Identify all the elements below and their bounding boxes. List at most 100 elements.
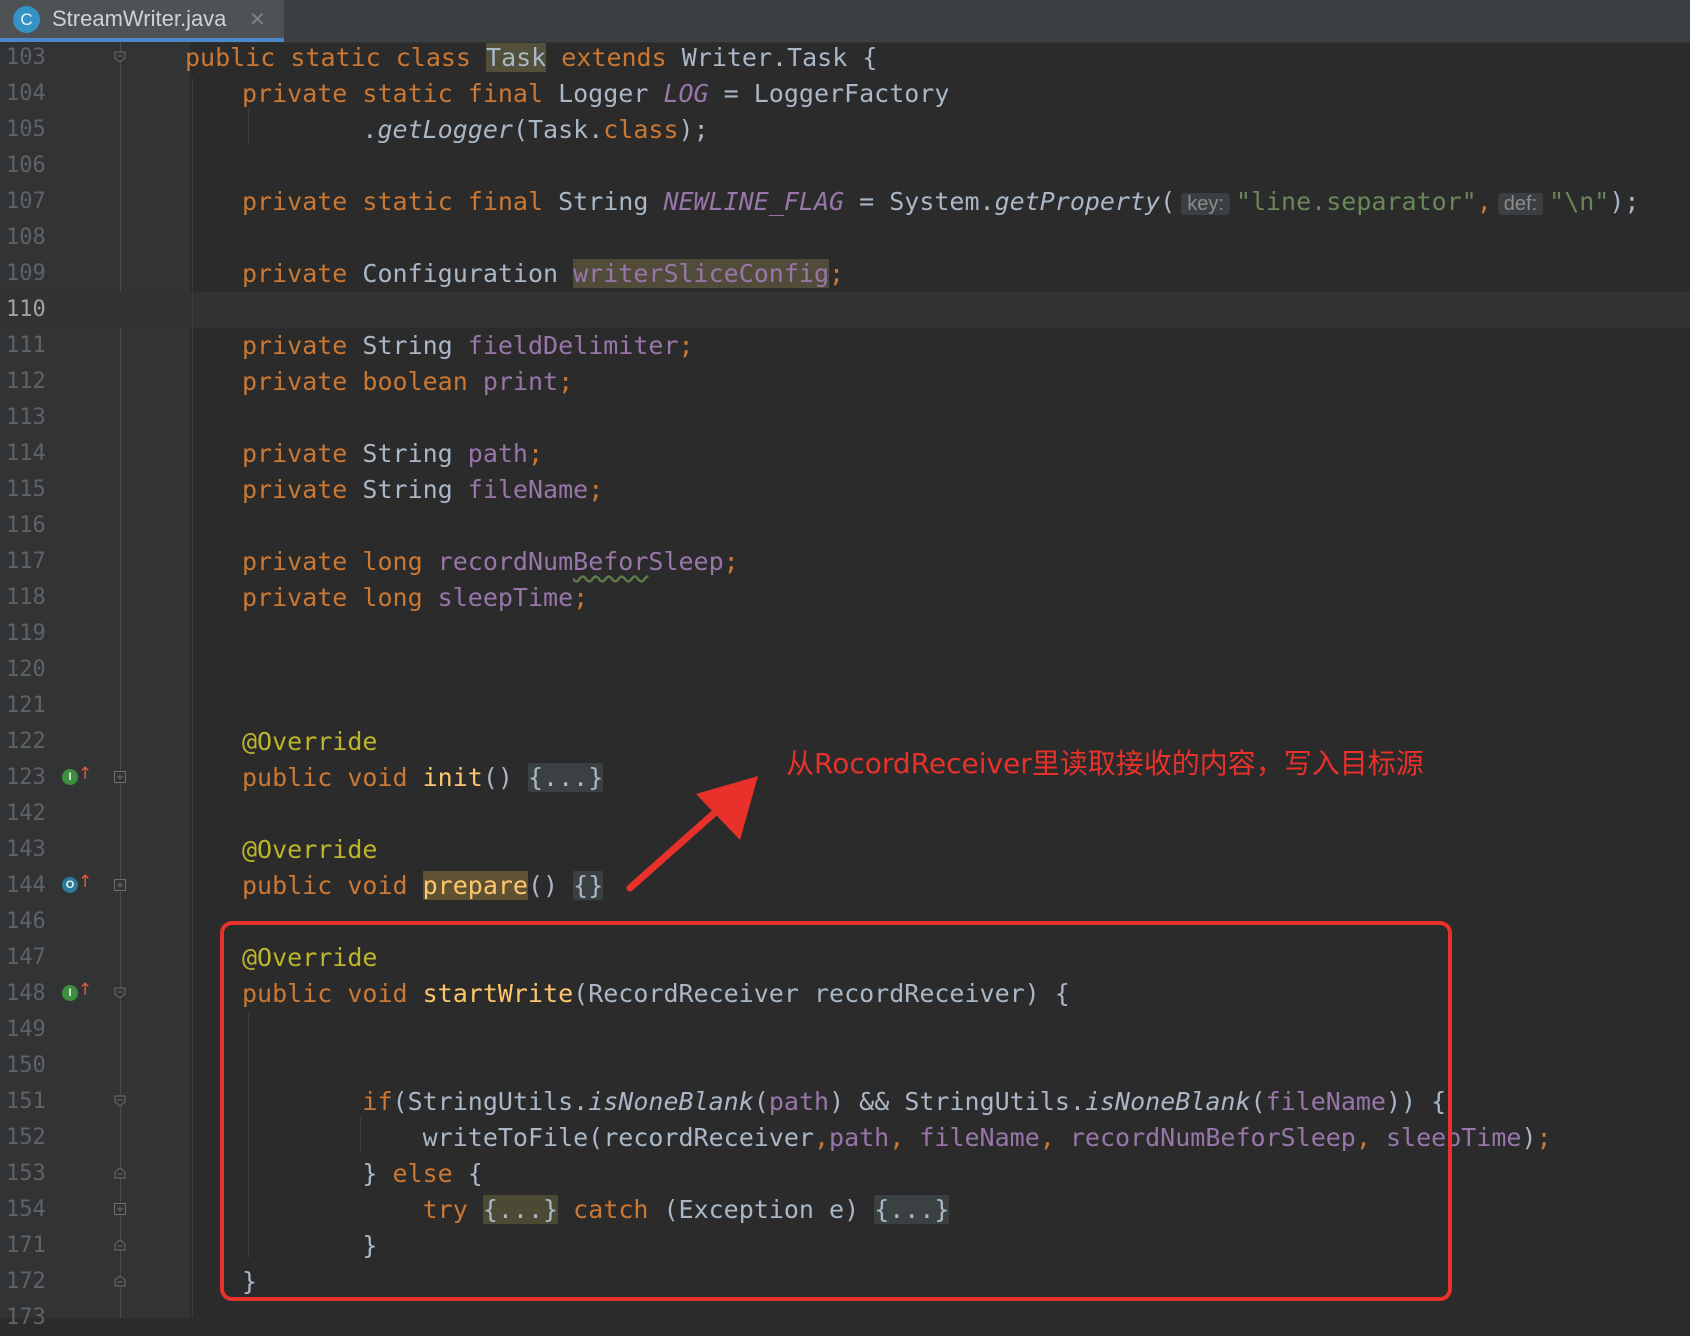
code-line[interactable]: 111 private String fieldDelimiter;: [0, 328, 1690, 364]
fold-expand-icon[interactable]: [114, 1203, 126, 1215]
code-line[interactable]: 116: [0, 508, 1690, 544]
implements-method-icon[interactable]: I ↑: [60, 980, 92, 1006]
code-token: class: [603, 115, 679, 144]
line-number[interactable]: 122: [6, 724, 54, 760]
code-line[interactable]: 115 private String fileName;: [0, 472, 1690, 508]
line-number[interactable]: 151: [6, 1084, 54, 1120]
code-token: ): [1521, 1123, 1537, 1152]
line-number[interactable]: 118: [6, 580, 54, 616]
code-line[interactable]: 112 private boolean print;: [0, 364, 1690, 400]
code-line[interactable]: 118 private long sleepTime;: [0, 580, 1690, 616]
code-line[interactable]: 117 private long recordNumBeforSleep;: [0, 544, 1690, 580]
code-token: Configuration: [362, 259, 574, 288]
code-text[interactable]: private String fieldDelimiter;: [242, 328, 694, 364]
line-number[interactable]: 116: [6, 508, 54, 544]
line-number[interactable]: 171: [6, 1228, 54, 1264]
code-line[interactable]: 173: [0, 1300, 1690, 1336]
line-number[interactable]: 105: [6, 112, 54, 148]
code-line[interactable]: 144 O ↑ public void prepare() {}: [0, 868, 1690, 904]
code-line[interactable]: 105 .getLogger(Task.class);: [0, 112, 1690, 148]
highlight-box: [220, 921, 1452, 1301]
fold-collapse-icon[interactable]: [114, 1275, 126, 1287]
code-text[interactable]: @Override: [242, 832, 377, 868]
code-text[interactable]: public void init() {...}: [242, 760, 604, 796]
code-token: String: [558, 187, 664, 216]
line-number[interactable]: 152: [6, 1120, 54, 1156]
line-number[interactable]: 108: [6, 220, 54, 256]
line-number[interactable]: 149: [6, 1012, 54, 1048]
code-text[interactable]: .getLogger(Task.class);: [242, 112, 708, 148]
line-number[interactable]: 121: [6, 688, 54, 724]
fold-expand-icon[interactable]: [114, 879, 126, 891]
code-text[interactable]: private Configuration writerSliceConfig;: [242, 256, 844, 292]
code-token: String: [362, 439, 468, 468]
line-number[interactable]: 148: [6, 976, 54, 1012]
line-number[interactable]: 146: [6, 904, 54, 940]
line-number[interactable]: 150: [6, 1048, 54, 1084]
fold-expand-icon[interactable]: [114, 771, 126, 783]
fold-collapse-icon[interactable]: [114, 1167, 126, 1179]
code-token: sleepTime: [437, 583, 574, 612]
code-text[interactable]: public void prepare() {}: [242, 868, 604, 904]
line-number[interactable]: 123: [6, 760, 54, 796]
code-token: Befor: [573, 547, 649, 576]
fold-collapse-icon[interactable]: [114, 1095, 126, 1107]
code-token: (): [482, 763, 528, 792]
line-number[interactable]: 104: [6, 76, 54, 112]
line-number[interactable]: 120: [6, 652, 54, 688]
fold-collapse-icon[interactable]: [114, 1239, 126, 1251]
line-number[interactable]: 107: [6, 184, 54, 220]
line-number[interactable]: 142: [6, 796, 54, 832]
code-text[interactable]: private static final String NEWLINE_FLAG…: [242, 184, 1639, 220]
line-number[interactable]: 154: [6, 1192, 54, 1228]
line-number[interactable]: 172: [6, 1264, 54, 1300]
code-line[interactable]: 107 private static final String NEWLINE_F…: [0, 184, 1690, 220]
close-icon[interactable]: ✕: [249, 5, 266, 33]
line-number[interactable]: 114: [6, 436, 54, 472]
code-line[interactable]: 103 public static class Task extends Writ…: [0, 40, 1690, 76]
line-number[interactable]: 113: [6, 400, 54, 436]
code-token: public static class: [185, 43, 487, 72]
override-method-icon[interactable]: O ↑: [60, 872, 92, 898]
line-number[interactable]: 106: [6, 148, 54, 184]
line-number[interactable]: 147: [6, 940, 54, 976]
code-line[interactable]: 120: [0, 652, 1690, 688]
tab-streamwriter-java[interactable]: C StreamWriter.java ✕: [0, 0, 284, 42]
line-number[interactable]: 112: [6, 364, 54, 400]
line-number[interactable]: 109: [6, 256, 54, 292]
code-line[interactable]: 121: [0, 688, 1690, 724]
code-text[interactable]: public static class Task extends Writer.…: [185, 40, 877, 76]
line-number[interactable]: 153: [6, 1156, 54, 1192]
code-text[interactable]: private long recordNumBeforSleep;: [242, 544, 739, 580]
indent-guide: [192, 78, 193, 1318]
code-line[interactable]: 119: [0, 616, 1690, 652]
code-text[interactable]: private String fileName;: [242, 472, 603, 508]
line-number[interactable]: 143: [6, 832, 54, 868]
line-number[interactable]: 144: [6, 868, 54, 904]
code-text[interactable]: @Override: [242, 724, 377, 760]
code-line[interactable]: 106: [0, 148, 1690, 184]
line-number[interactable]: 173: [6, 1300, 54, 1336]
line-number[interactable]: 110: [6, 292, 54, 328]
line-number[interactable]: 103: [6, 40, 54, 76]
code-line[interactable]: 142: [0, 796, 1690, 832]
code-text[interactable]: private static final Logger LOG = Logger…: [242, 76, 949, 112]
code-line[interactable]: 109 private Configuration writerSliceConf…: [0, 256, 1690, 292]
implements-method-icon[interactable]: I ↑: [60, 764, 92, 790]
code-token: recordNum: [437, 547, 574, 576]
code-text[interactable]: private long sleepTime;: [242, 580, 588, 616]
line-number[interactable]: 119: [6, 616, 54, 652]
line-number[interactable]: 115: [6, 472, 54, 508]
code-line[interactable]: 108: [0, 220, 1690, 256]
code-line[interactable]: 114 private String path;: [0, 436, 1690, 472]
code-text[interactable]: private boolean print;: [242, 364, 573, 400]
line-number[interactable]: 111: [6, 328, 54, 364]
code-text[interactable]: private String path;: [242, 436, 543, 472]
fold-collapse-icon[interactable]: [114, 987, 126, 999]
code-line[interactable]: 143 @Override: [0, 832, 1690, 868]
code-line[interactable]: 104 private static final Logger LOG = Log…: [0, 76, 1690, 112]
code-line[interactable]: 113: [0, 400, 1690, 436]
fold-collapse-icon[interactable]: [114, 51, 126, 63]
code-line[interactable]: 110: [0, 292, 1690, 328]
line-number[interactable]: 117: [6, 544, 54, 580]
